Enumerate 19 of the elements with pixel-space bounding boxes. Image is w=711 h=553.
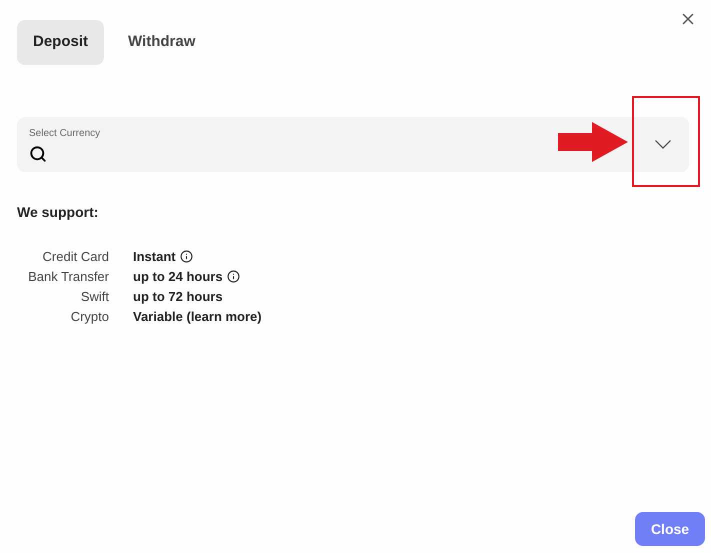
method-label: Credit Card bbox=[42, 248, 109, 265]
tab[interactable]: Withdraw bbox=[112, 20, 212, 65]
section-heading: We support: bbox=[17, 203, 98, 222]
chevron-icon bbox=[655, 140, 671, 149]
method-label: Bank Transfer bbox=[27, 268, 109, 285]
info-icon bbox=[226, 270, 240, 283]
method-time: up to 72 hours bbox=[133, 288, 223, 305]
search-icon bbox=[29, 145, 47, 163]
learn-more-link[interactable]: learn more bbox=[190, 309, 258, 324]
method-label: Swift bbox=[80, 288, 109, 305]
arrow-annotation bbox=[558, 122, 628, 162]
method-time: up to 24 hours bbox=[133, 268, 223, 285]
currency-select[interactable]: Select Currency bbox=[17, 117, 689, 172]
field-label: Select Currency bbox=[29, 127, 102, 141]
info-icon bbox=[180, 250, 193, 263]
method-label: Crypto bbox=[70, 308, 109, 325]
tab[interactable]: Deposit bbox=[17, 20, 104, 65]
method-time: Variable (learn more) bbox=[133, 308, 262, 325]
method-time: Instant bbox=[133, 248, 176, 265]
